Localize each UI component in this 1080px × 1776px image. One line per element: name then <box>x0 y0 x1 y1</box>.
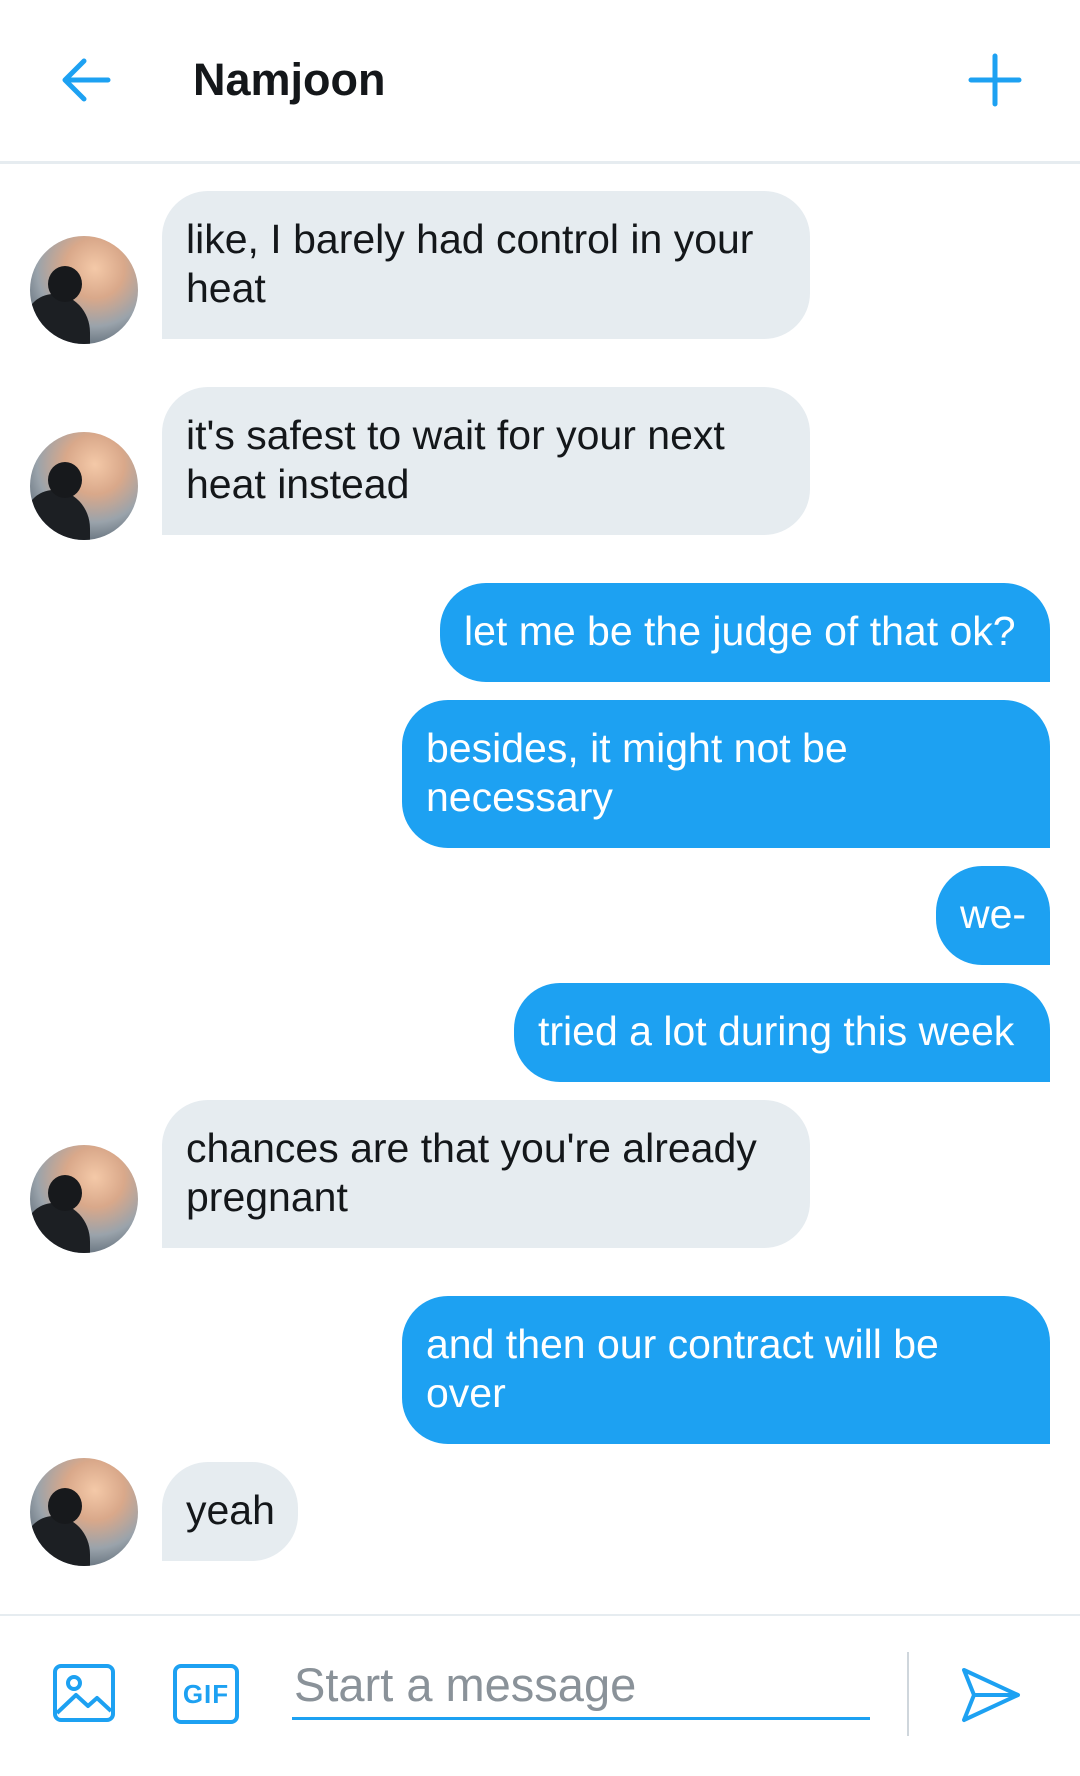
image-icon <box>53 1664 115 1722</box>
message-bubble-outgoing[interactable]: let me be the judge of that ok? <box>440 583 1050 682</box>
message-text: let me be the judge of that ok? <box>464 608 1016 654</box>
message-text: yeah <box>186 1487 275 1533</box>
message-bubble-incoming[interactable]: it's safest to wait for your next heat i… <box>162 387 810 535</box>
message-text: chances are that you're already pregnant <box>186 1125 757 1220</box>
message-composer: GIF <box>0 1614 1080 1776</box>
message-text: besides, it might not be necessary <box>426 725 848 820</box>
send-icon <box>962 1668 1020 1722</box>
avatar[interactable] <box>30 1145 138 1253</box>
new-message-button[interactable] <box>955 40 1035 120</box>
send-button[interactable] <box>958 1662 1028 1732</box>
message-text: and then our contract will be over <box>426 1321 939 1416</box>
conversation-title: Namjoon <box>193 54 386 105</box>
message-text: we- <box>960 891 1027 937</box>
avatar[interactable] <box>30 236 138 344</box>
message-bubble-outgoing[interactable]: and then our contract will be over <box>402 1296 1050 1444</box>
plus-icon <box>968 53 1022 107</box>
message-text: tried a lot during this week <box>538 1008 1015 1054</box>
message-bubble-outgoing[interactable]: we- <box>936 866 1050 965</box>
avatar[interactable] <box>30 432 138 540</box>
message-text: it's safest to wait for your next heat i… <box>186 412 725 507</box>
avatar[interactable] <box>30 1458 138 1566</box>
message-thread[interactable]: like, I barely had control in your heat … <box>0 164 1080 1614</box>
conversation-header: Namjoon <box>0 0 1080 164</box>
message-bubble-incoming[interactable]: yeah <box>162 1462 298 1561</box>
gif-button[interactable]: GIF <box>173 1664 239 1724</box>
message-bubble-incoming[interactable]: like, I barely had control in your heat <box>162 191 810 339</box>
add-photo-button[interactable] <box>52 1661 116 1725</box>
arrow-left-icon <box>62 58 111 102</box>
message-text: like, I barely had control in your heat <box>186 216 754 311</box>
message-bubble-outgoing[interactable]: besides, it might not be necessary <box>402 700 1050 848</box>
message-input[interactable] <box>292 1652 870 1720</box>
composer-divider <box>907 1652 909 1736</box>
message-bubble-incoming[interactable]: chances are that you're already pregnant <box>162 1100 810 1248</box>
back-button[interactable] <box>46 40 126 120</box>
message-bubble-outgoing[interactable]: tried a lot during this week <box>514 983 1050 1082</box>
